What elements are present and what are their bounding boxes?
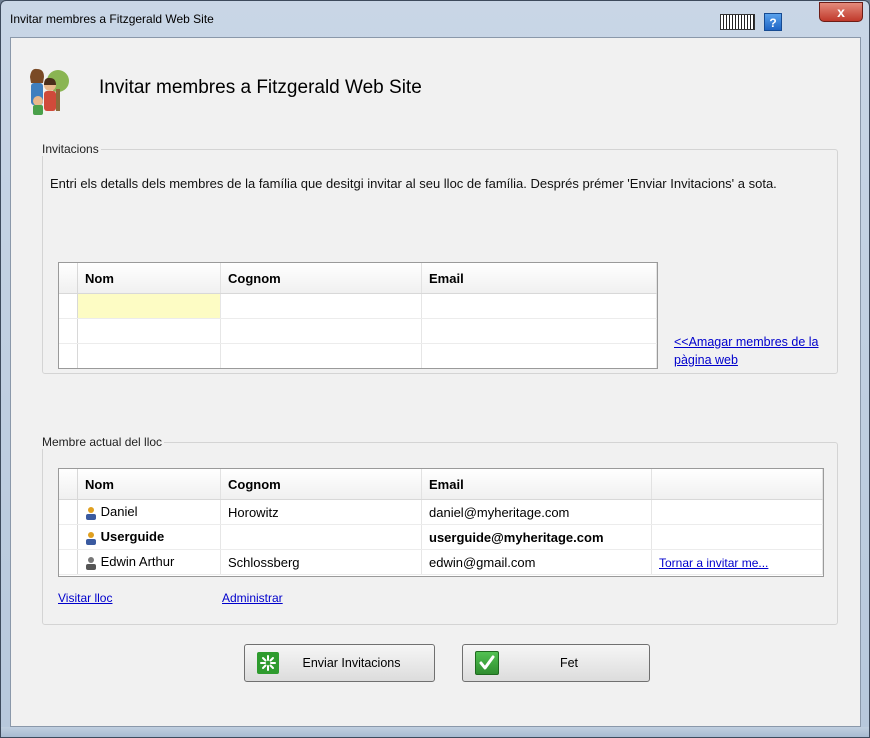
- help-button[interactable]: ?: [764, 13, 782, 31]
- member-nom: Daniel: [100, 504, 138, 520]
- member-action: [651, 499, 823, 525]
- page-title: Invitar membres a Fitzgerald Web Site: [99, 77, 422, 98]
- invitations-header-row: Nom Cognom Email: [59, 263, 657, 294]
- checkmark-icon: [475, 651, 499, 675]
- family-icon: [30, 68, 69, 115]
- column-header-email[interactable]: Email: [421, 263, 657, 294]
- person-gray-icon: [86, 556, 96, 570]
- member-row[interactable]: Daniel Horowitz daniel@myheritage.com: [59, 499, 823, 525]
- done-button[interactable]: Fet: [462, 644, 650, 682]
- email-cell[interactable]: [421, 293, 657, 319]
- visit-site-link[interactable]: Visitar lloc: [58, 591, 112, 605]
- row-header-cell: [59, 499, 78, 525]
- invitations-group: Invitacions Entri els detalls dels membr…: [42, 142, 838, 374]
- row-header-cell: [59, 549, 78, 575]
- row-header-cell: [59, 293, 78, 319]
- person-gold-icon: [86, 506, 96, 520]
- dialog-content: Invitar membres a Fitzgerald Web Site In…: [10, 37, 861, 727]
- member-cognom: Schlossberg: [220, 549, 422, 575]
- email-cell[interactable]: [421, 343, 657, 368]
- members-header-row: Nom Cognom Email: [59, 469, 823, 500]
- column-header-email[interactable]: Email: [421, 469, 652, 500]
- done-label: Fet: [559, 656, 579, 670]
- title-bar: Invitar membres a Fitzgerald Web Site ? …: [1, 1, 869, 37]
- row-header-cell: [59, 318, 78, 344]
- invitation-row: [59, 343, 657, 368]
- keyboard-icon[interactable]: [720, 14, 755, 30]
- row-header-cell: [59, 524, 78, 550]
- nom-cell[interactable]: [77, 343, 221, 368]
- member-cognom: [220, 524, 422, 550]
- members-table: Nom Cognom Email Daniel Horowitz daniel@…: [58, 468, 824, 577]
- row-header-cell: [59, 469, 78, 500]
- cognom-cell[interactable]: [220, 318, 422, 344]
- nom-cell[interactable]: [77, 318, 221, 344]
- send-invitations-button[interactable]: Enviar Invitacions: [244, 644, 435, 682]
- invitations-table: Nom Cognom Email: [58, 262, 658, 369]
- column-header-cognom[interactable]: Cognom: [220, 263, 422, 294]
- member-email: edwin@gmail.com: [421, 549, 652, 575]
- send-invitations-label: Enviar Invitacions: [302, 656, 401, 670]
- invitation-row: [59, 318, 657, 344]
- row-header-cell: [59, 263, 78, 294]
- column-header-action: [651, 469, 823, 500]
- email-cell[interactable]: [421, 318, 657, 344]
- current-members-group: Membre actual del lloc Nom Cognom Email: [42, 435, 838, 625]
- member-action: [651, 524, 823, 550]
- reinvite-link[interactable]: Tornar a invitar me...: [659, 556, 768, 570]
- member-nom: Edwin Arthur: [100, 554, 175, 570]
- column-header-cognom[interactable]: Cognom: [220, 469, 422, 500]
- close-button[interactable]: x: [819, 2, 863, 22]
- member-email: userguide@myheritage.com: [421, 524, 652, 550]
- window-title: Invitar membres a Fitzgerald Web Site: [10, 12, 214, 26]
- person-gold-icon: [86, 531, 96, 545]
- member-email: daniel@myheritage.com: [421, 499, 652, 525]
- member-cognom: Horowitz: [220, 499, 422, 525]
- administer-link[interactable]: Administrar: [222, 591, 283, 605]
- column-header-nom[interactable]: Nom: [77, 263, 221, 294]
- invitations-description: Entri els detalls dels membres de la fam…: [50, 176, 777, 191]
- row-header-cell: [59, 343, 78, 368]
- invitation-row: [59, 293, 657, 319]
- hide-members-link[interactable]: <<Amagar membres de la pàgina web: [674, 333, 834, 369]
- column-header-nom[interactable]: Nom: [77, 469, 221, 500]
- send-spark-icon: [257, 652, 279, 674]
- member-row[interactable]: Edwin Arthur Schlossberg edwin@gmail.com…: [59, 549, 823, 575]
- nom-cell[interactable]: [77, 293, 221, 319]
- current-members-legend: Membre actual del lloc: [42, 435, 163, 449]
- invitations-legend: Invitacions: [42, 142, 99, 156]
- window-bottom-border: [1, 727, 869, 737]
- member-row[interactable]: Userguide userguide@myheritage.com: [59, 524, 823, 550]
- member-nom: Userguide: [100, 529, 165, 545]
- dialog-window: Invitar membres a Fitzgerald Web Site ? …: [0, 0, 870, 738]
- cognom-cell[interactable]: [220, 343, 422, 368]
- cognom-cell[interactable]: [220, 293, 422, 319]
